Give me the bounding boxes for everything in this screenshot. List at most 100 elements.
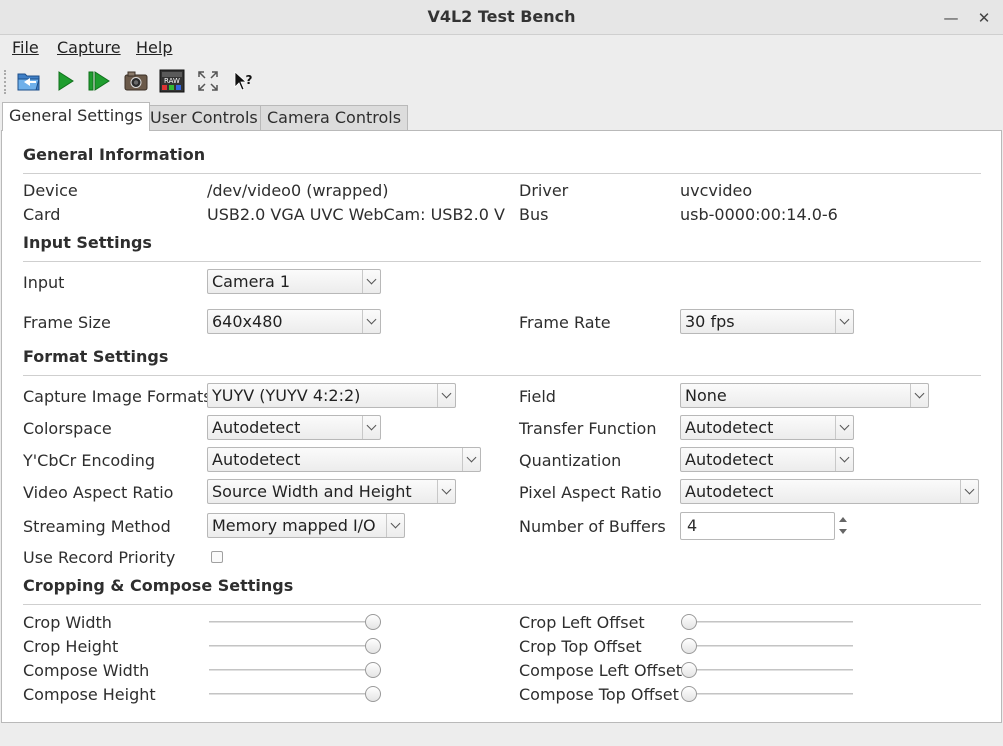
whats-this-button[interactable]: ? [229,67,257,95]
raw-button[interactable]: RAW [158,67,186,95]
slider-handle[interactable] [681,614,697,630]
raw-icon-text: RAW [164,77,180,85]
transfer-function-select[interactable]: Autodetect [680,415,854,440]
chevron-down-icon [437,384,455,407]
crop-left-offset-label: Crop Left Offset [519,613,645,632]
video-aspect-ratio-select[interactable]: Source Width and Height [207,479,456,504]
capture-image-formats-label: Capture Image Formats [23,387,212,406]
compose-height-label: Compose Height [23,685,156,704]
video-aspect-ratio-label: Video Aspect Ratio [23,483,174,502]
slider-handle[interactable] [681,638,697,654]
capture-image-formats-select[interactable]: YUYV (YUYV 4:2:2) [207,383,456,408]
minimize-button[interactable]: — [941,8,961,28]
start-capture-button[interactable] [51,67,79,95]
input-settings-heading: Input Settings [23,233,152,252]
device-value: /dev/video0 (wrapped) [207,181,389,200]
field-select-value: None [685,386,727,405]
frame-size-select[interactable]: 640x480 [207,309,381,334]
tab-general-settings[interactable]: General Settings [2,102,150,131]
menu-file[interactable]: File [12,38,39,57]
number-of-buffers-stepper[interactable] [836,512,854,540]
slider-handle[interactable] [681,662,697,678]
step-play-icon [88,71,110,91]
slider-handle[interactable] [365,662,381,678]
field-select[interactable]: None [680,383,929,408]
frame-size-label: Frame Size [23,313,111,332]
divider [23,604,981,605]
slider-handle[interactable] [681,686,697,702]
menu-help[interactable]: Help [136,38,172,57]
input-select[interactable]: Camera 1 [207,269,381,294]
menu-capture[interactable]: Capture [57,38,121,57]
frame-rate-select-value: 30 fps [685,312,735,331]
slider-handle[interactable] [365,614,381,630]
step-capture-button[interactable] [85,67,113,95]
bus-value: usb-0000:00:14.0-6 [680,205,838,224]
slider-track [681,621,853,623]
compose-top-offset-slider[interactable] [681,686,853,702]
streaming-method-label: Streaming Method [23,517,171,536]
snapshot-button[interactable] [122,67,150,95]
stepper-down-icon[interactable] [839,529,847,534]
toolbar: RAW ? [0,62,1003,98]
crop-height-label: Crop Height [23,637,119,656]
compose-height-slider[interactable] [209,686,381,702]
quantization-select[interactable]: Autodetect [680,447,854,472]
slider-track [209,669,381,671]
fullscreen-button[interactable] [194,67,222,95]
general-information-heading: General Information [23,145,206,164]
crop-top-offset-slider[interactable] [681,638,853,654]
compose-width-slider[interactable] [209,662,381,678]
quantization-label: Quantization [519,451,622,470]
divider [23,261,981,262]
close-button[interactable]: ✕ [974,8,994,28]
open-device-button[interactable] [15,67,43,95]
slider-handle[interactable] [365,686,381,702]
streaming-method-select[interactable]: Memory mapped I/O [207,513,405,538]
slider-track [209,693,381,695]
general-settings-panel: General Information Device /dev/video0 (… [1,130,1002,723]
snapshot-camera-icon [124,71,148,91]
whats-this-icon: ? [234,71,253,91]
tab-camera-controls[interactable]: Camera Controls [260,105,409,131]
slider-track [681,645,853,647]
divider [23,173,981,174]
frame-rate-select[interactable]: 30 fps [680,309,854,334]
compose-left-offset-label: Compose Left Offset [519,661,683,680]
chevron-down-icon [386,514,404,537]
chevron-down-icon [437,480,455,503]
menu-capture-label: Capture [57,38,121,57]
chevron-down-icon [362,270,380,293]
tab-user-controls[interactable]: User Controls [143,105,265,131]
open-folder-icon [17,73,40,91]
chevron-down-icon [835,310,853,333]
slider-track [209,645,381,647]
frame-size-select-value: 640x480 [212,312,283,331]
slider-handle[interactable] [365,638,381,654]
field-label: Field [519,387,556,406]
slider-track [681,669,853,671]
compose-width-label: Compose Width [23,661,150,680]
window-title: V4L2 Test Bench [427,7,576,26]
use-record-priority-checkbox[interactable] [211,551,223,563]
crop-height-slider[interactable] [209,638,381,654]
input-label: Input [23,273,65,292]
crop-left-offset-slider[interactable] [681,614,853,630]
colorspace-select[interactable]: Autodetect [207,415,381,440]
colorspace-label: Colorspace [23,419,112,438]
crop-width-slider[interactable] [209,614,381,630]
input-select-value: Camera 1 [212,272,291,291]
driver-value: uvcvideo [680,181,753,200]
stepper-up-icon[interactable] [839,517,847,522]
number-of-buffers-input[interactable]: 4 [680,512,835,540]
chevron-down-icon [362,310,380,333]
menu-file-label: File [12,38,39,57]
ycbcr-encoding-select[interactable]: Autodetect [207,447,481,472]
format-settings-heading: Format Settings [23,347,169,366]
streaming-method-select-value: Memory mapped I/O [212,516,376,535]
toolbar-grip[interactable] [4,70,7,94]
pixel-aspect-ratio-select[interactable]: Autodetect [680,479,979,504]
title-bar: V4L2 Test Bench — ✕ [0,0,1003,35]
compose-left-offset-slider[interactable] [681,662,853,678]
chevron-down-icon [960,480,978,503]
